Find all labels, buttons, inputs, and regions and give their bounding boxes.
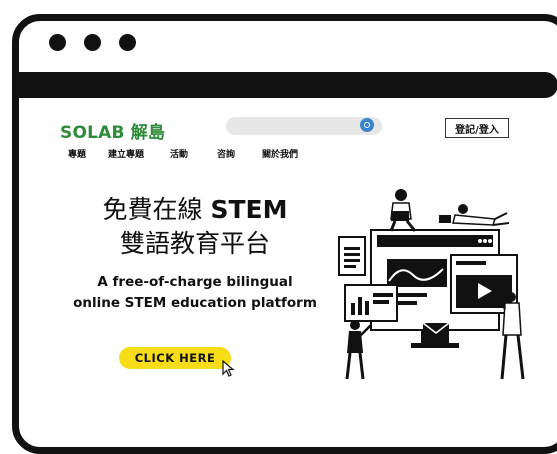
nav-item-consult[interactable]: 咨詢	[217, 147, 235, 160]
window-control-dot[interactable]	[119, 34, 136, 51]
stem-education-illustration	[338, 189, 525, 380]
login-button[interactable]: 登記/登入	[445, 118, 509, 138]
search-input[interactable]	[226, 117, 382, 135]
window-control-dot[interactable]	[84, 34, 101, 51]
site-logo[interactable]: SOLAB 解島	[60, 118, 165, 143]
pointer-cursor-icon	[222, 359, 235, 377]
hero-subtitle: A free-of-charge bilingual online STEM e…	[50, 272, 340, 314]
click-here-button[interactable]: CLICK HERE	[119, 347, 231, 369]
nav-item-topics[interactable]: 專題	[68, 147, 86, 160]
search-icon[interactable]	[360, 118, 374, 132]
toolbar-divider	[18, 72, 557, 98]
nav-item-events[interactable]: 活動	[170, 147, 188, 160]
hero-title-line2: 雙語教育平台	[119, 229, 270, 258]
nav-item-about-us[interactable]: 關於我們	[262, 147, 298, 160]
hero-subtitle-line2: online STEM education platform	[73, 295, 317, 311]
window-control-dot[interactable]	[49, 34, 66, 51]
nav-item-create-topic[interactable]: 建立專題	[108, 147, 144, 160]
hero-title-line1: 免費在線 STEM	[95, 190, 295, 226]
hero-title-prefix: 免費在線	[102, 195, 211, 224]
hero-subtitle-line1: A free-of-charge bilingual	[97, 274, 293, 290]
hero-title-bold: STEM	[210, 195, 288, 224]
